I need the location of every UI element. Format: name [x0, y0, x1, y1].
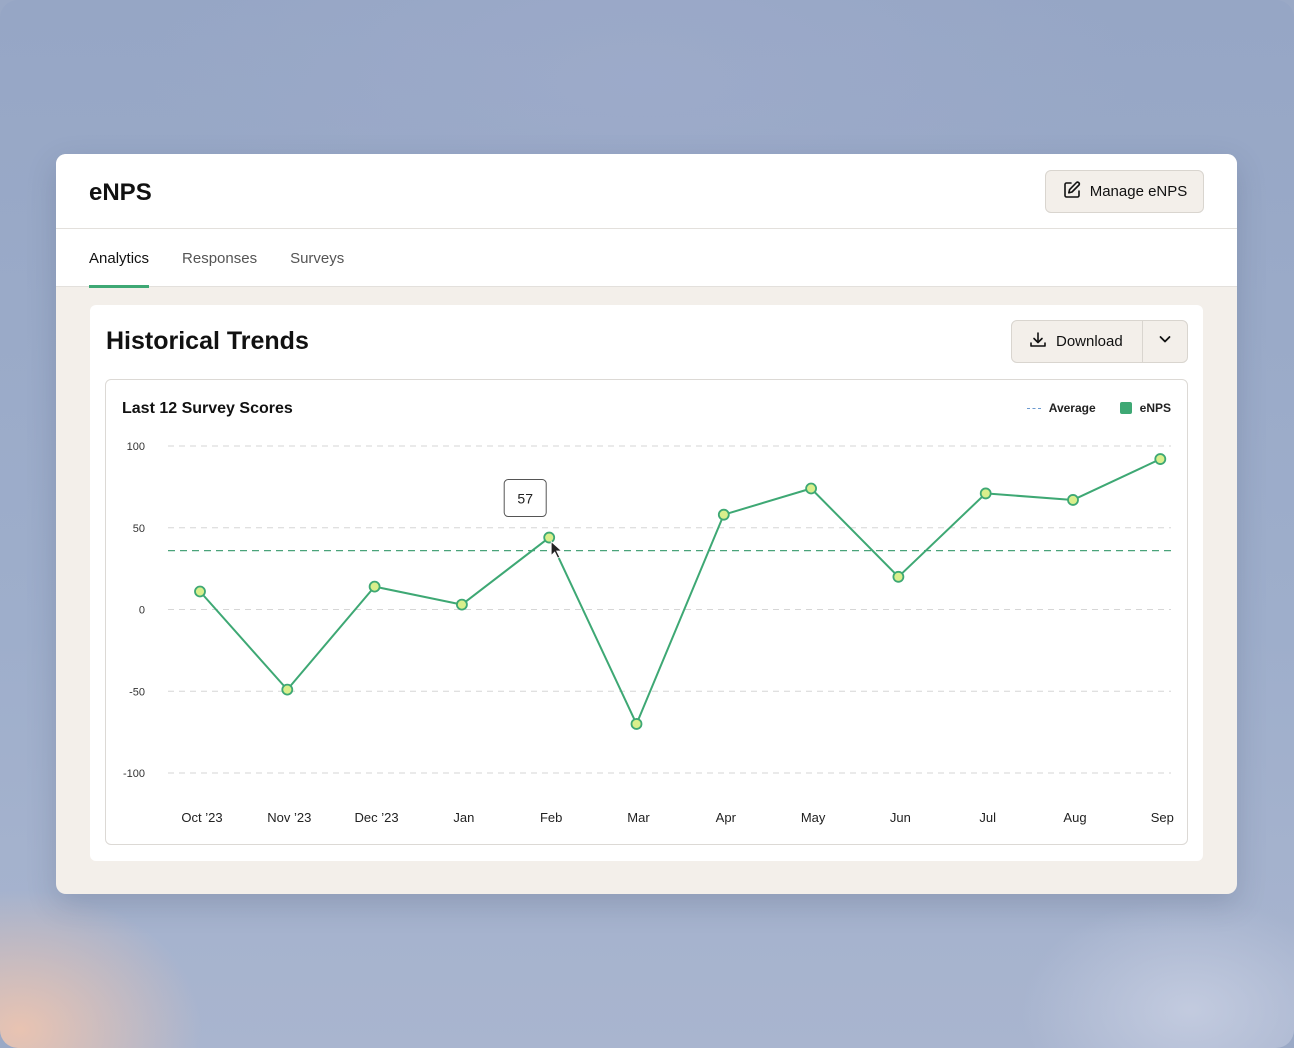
data-point: [281, 683, 294, 696]
manage-enps-label: Manage eNPS: [1089, 183, 1188, 200]
line-chart: 100 50 0 -50 -100 Oct ’23 Nov ’23 Dec ’23 Jan Feb…: [123, 441, 1174, 825]
y-tick-label: 0: [139, 605, 145, 617]
data-point: [1067, 494, 1079, 506]
y-tick-label: 100: [127, 441, 145, 453]
x-tick-label: Jan: [453, 810, 474, 825]
data-point: [630, 718, 643, 730]
download-icon: [1028, 330, 1048, 354]
tooltip-value: 57: [517, 491, 533, 507]
x-tick-label: Nov ’23: [267, 810, 311, 825]
tab-analytics[interactable]: Analytics: [89, 229, 150, 288]
download-options-button[interactable]: [1143, 321, 1187, 362]
data-point: [194, 585, 206, 598]
enps-card: eNPS Manage eNPS Analytics Responses Sur…: [56, 154, 1237, 894]
data-point: [717, 508, 730, 521]
edit-icon: [1062, 180, 1082, 204]
x-tick-label: Feb: [540, 810, 562, 825]
card-header: eNPS Manage eNPS: [56, 154, 1237, 229]
x-tick-label: Apr: [716, 810, 737, 825]
download-button-group: Download: [1011, 320, 1188, 363]
historical-trends-panel: Historical Trends Download Last 12 Surve…: [90, 305, 1203, 861]
data-point: [368, 580, 381, 593]
x-tick-label: Dec ’23: [355, 810, 399, 825]
x-tick-label: Mar: [627, 810, 650, 825]
series-line-enps: [199, 458, 1161, 725]
data-point: [892, 570, 905, 583]
data-point: [805, 482, 817, 495]
x-tick-label: Jun: [890, 810, 911, 825]
y-tick-label: -50: [129, 686, 145, 698]
x-tick-label: Aug: [1063, 810, 1086, 825]
x-tick-label: Jul: [979, 810, 996, 825]
chart-container: Last 12 Survey Scores Average eNPS 100 50…: [105, 379, 1188, 845]
x-tick-label: Oct ’23: [181, 810, 222, 825]
cursor-icon: [550, 540, 563, 559]
tab-surveys[interactable]: Surveys: [290, 229, 344, 287]
tab-responses[interactable]: Responses: [182, 229, 257, 287]
data-point: [979, 487, 992, 500]
data-point: [1154, 453, 1167, 465]
page-title: eNPS: [89, 179, 152, 206]
panel-title: Historical Trends: [106, 327, 309, 355]
data-point: [455, 598, 468, 611]
chevron-down-icon: [1158, 332, 1172, 351]
x-tick-label: May: [801, 810, 826, 825]
manage-enps-button[interactable]: Manage eNPS: [1045, 170, 1204, 213]
y-tick-label: 50: [133, 523, 145, 535]
data-point: [543, 531, 556, 544]
tab-bar: Analytics Responses Surveys: [56, 229, 1237, 288]
x-tick-label: Sep: [1151, 810, 1174, 825]
download-label: Download: [1056, 333, 1123, 350]
download-button[interactable]: Download: [1012, 321, 1143, 362]
y-tick-label: -100: [123, 768, 145, 780]
